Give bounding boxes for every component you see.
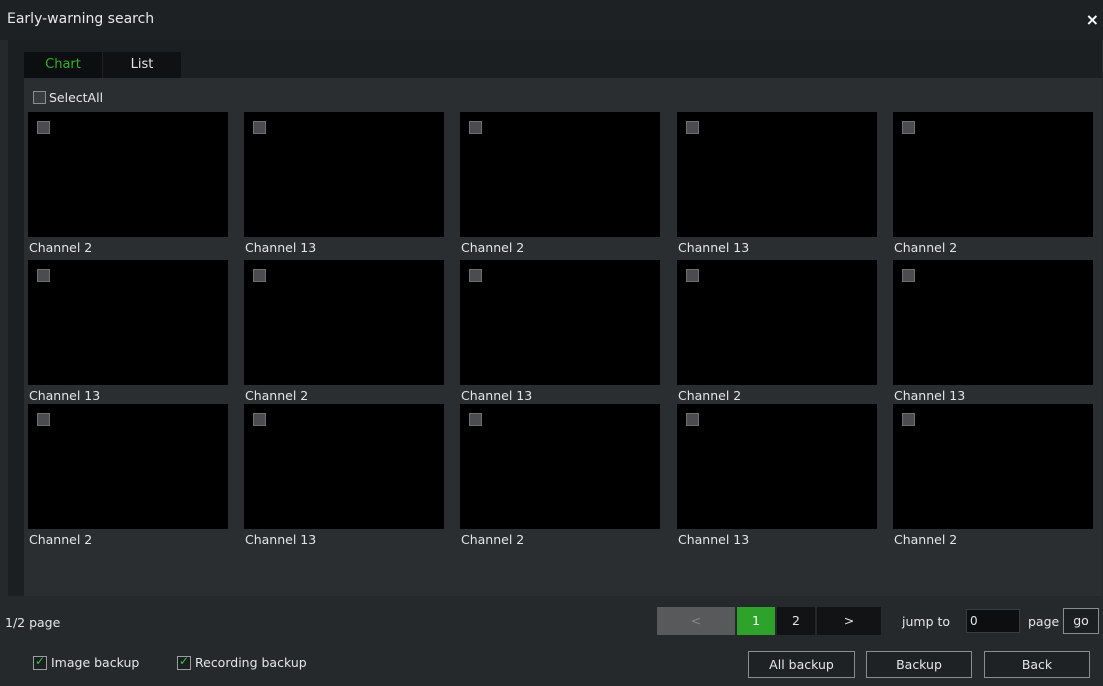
thumbnail-image[interactable] xyxy=(677,260,877,385)
thumbnail-checkbox[interactable] xyxy=(37,269,50,282)
check-icon: ✓ xyxy=(179,653,190,668)
thumbnail-image[interactable] xyxy=(893,260,1093,385)
select-all-label: SelectAll xyxy=(49,90,104,105)
thumbnail-checkbox[interactable] xyxy=(37,413,50,426)
thumbnail-checkbox[interactable] xyxy=(686,121,699,134)
thumbnail-channel-label: Channel 2 xyxy=(29,240,93,255)
thumbnail-image[interactable] xyxy=(244,260,444,385)
thumbnail-checkbox[interactable] xyxy=(469,269,482,282)
thumbnail-image[interactable] xyxy=(244,112,444,237)
image-backup-box[interactable]: ✓ xyxy=(33,653,47,670)
thumbnail-image[interactable] xyxy=(28,112,228,237)
thumbnail-checkbox[interactable] xyxy=(253,121,266,134)
thumbnail-channel-label: Channel 13 xyxy=(461,388,533,403)
go-button[interactable]: go xyxy=(1063,608,1099,634)
image-backup-checkbox[interactable]: ✓ Image backup xyxy=(33,653,140,671)
thumbnail-image[interactable] xyxy=(460,260,660,385)
page-info: 1/2 page xyxy=(5,615,61,630)
thumbnail-channel-label: Channel 2 xyxy=(461,240,525,255)
recording-backup-box[interactable]: ✓ xyxy=(177,653,191,670)
thumbnail-checkbox[interactable] xyxy=(686,269,699,282)
thumbnail-channel-label: Channel 2 xyxy=(894,240,958,255)
recording-backup-checkbox[interactable]: ✓ Recording backup xyxy=(177,653,307,671)
thumbnail-channel-label: Channel 13 xyxy=(894,388,966,403)
jump-to-label: jump to xyxy=(902,614,951,629)
thumbnail-channel-label: Channel 13 xyxy=(678,532,750,547)
thumbnail-image[interactable] xyxy=(244,404,444,529)
thumbnail-checkbox[interactable] xyxy=(37,121,50,134)
thumbnail-image[interactable] xyxy=(893,404,1093,529)
thumbnail-checkbox[interactable] xyxy=(902,413,915,426)
thumbnail-image[interactable] xyxy=(677,404,877,529)
thumbnail-channel-label: Channel 13 xyxy=(29,388,101,403)
thumbnail-image[interactable] xyxy=(460,112,660,237)
thumbnail-checkbox[interactable] xyxy=(902,269,915,282)
backup-button[interactable]: Backup xyxy=(866,651,972,678)
page-2-button[interactable]: 2 xyxy=(777,607,815,635)
thumbnail-checkbox[interactable] xyxy=(253,269,266,282)
thumbnail-channel-label: Channel 2 xyxy=(29,532,93,547)
select-all-box[interactable] xyxy=(33,91,46,104)
thumbnail-checkbox[interactable] xyxy=(469,413,482,426)
thumbnail-channel-label: Channel 13 xyxy=(678,240,750,255)
page-1-button[interactable]: 1 xyxy=(737,607,775,635)
tab-list[interactable]: List xyxy=(103,52,181,78)
thumbnail-checkbox[interactable] xyxy=(902,121,915,134)
thumbnail-image[interactable] xyxy=(28,260,228,385)
back-button[interactable]: Back xyxy=(984,651,1090,678)
thumbnail-channel-label: Channel 2 xyxy=(894,532,958,547)
thumbnail-channel-label: Channel 2 xyxy=(678,388,742,403)
thumbnail-image[interactable] xyxy=(28,404,228,529)
all-backup-button[interactable]: All backup xyxy=(748,651,855,678)
close-icon[interactable]: × xyxy=(1086,10,1099,29)
thumbnail-checkbox[interactable] xyxy=(253,413,266,426)
prev-page-button[interactable]: < xyxy=(657,607,735,635)
thumbnail-image[interactable] xyxy=(460,404,660,529)
check-icon: ✓ xyxy=(35,653,46,668)
jump-page-input[interactable] xyxy=(966,609,1020,633)
thumbnail-checkbox[interactable] xyxy=(469,121,482,134)
window-title: Early-warning search xyxy=(7,11,155,27)
tab-chart[interactable]: Chart xyxy=(24,52,102,78)
thumbnail-channel-label: Channel 13 xyxy=(245,532,317,547)
thumbnail-checkbox[interactable] xyxy=(686,413,699,426)
thumbnail-channel-label: Channel 2 xyxy=(245,388,309,403)
thumbnail-channel-label: Channel 13 xyxy=(245,240,317,255)
page-label: page xyxy=(1028,614,1060,629)
thumbnail-image[interactable] xyxy=(893,112,1093,237)
title-bar: Early-warning search × xyxy=(0,0,1103,40)
image-backup-label: Image backup xyxy=(51,655,140,670)
thumbnail-channel-label: Channel 2 xyxy=(461,532,525,547)
recording-backup-label: Recording backup xyxy=(195,655,307,670)
select-all-checkbox[interactable]: SelectAll xyxy=(33,90,103,106)
thumbnail-image[interactable] xyxy=(677,112,877,237)
next-page-button[interactable]: > xyxy=(817,607,881,635)
